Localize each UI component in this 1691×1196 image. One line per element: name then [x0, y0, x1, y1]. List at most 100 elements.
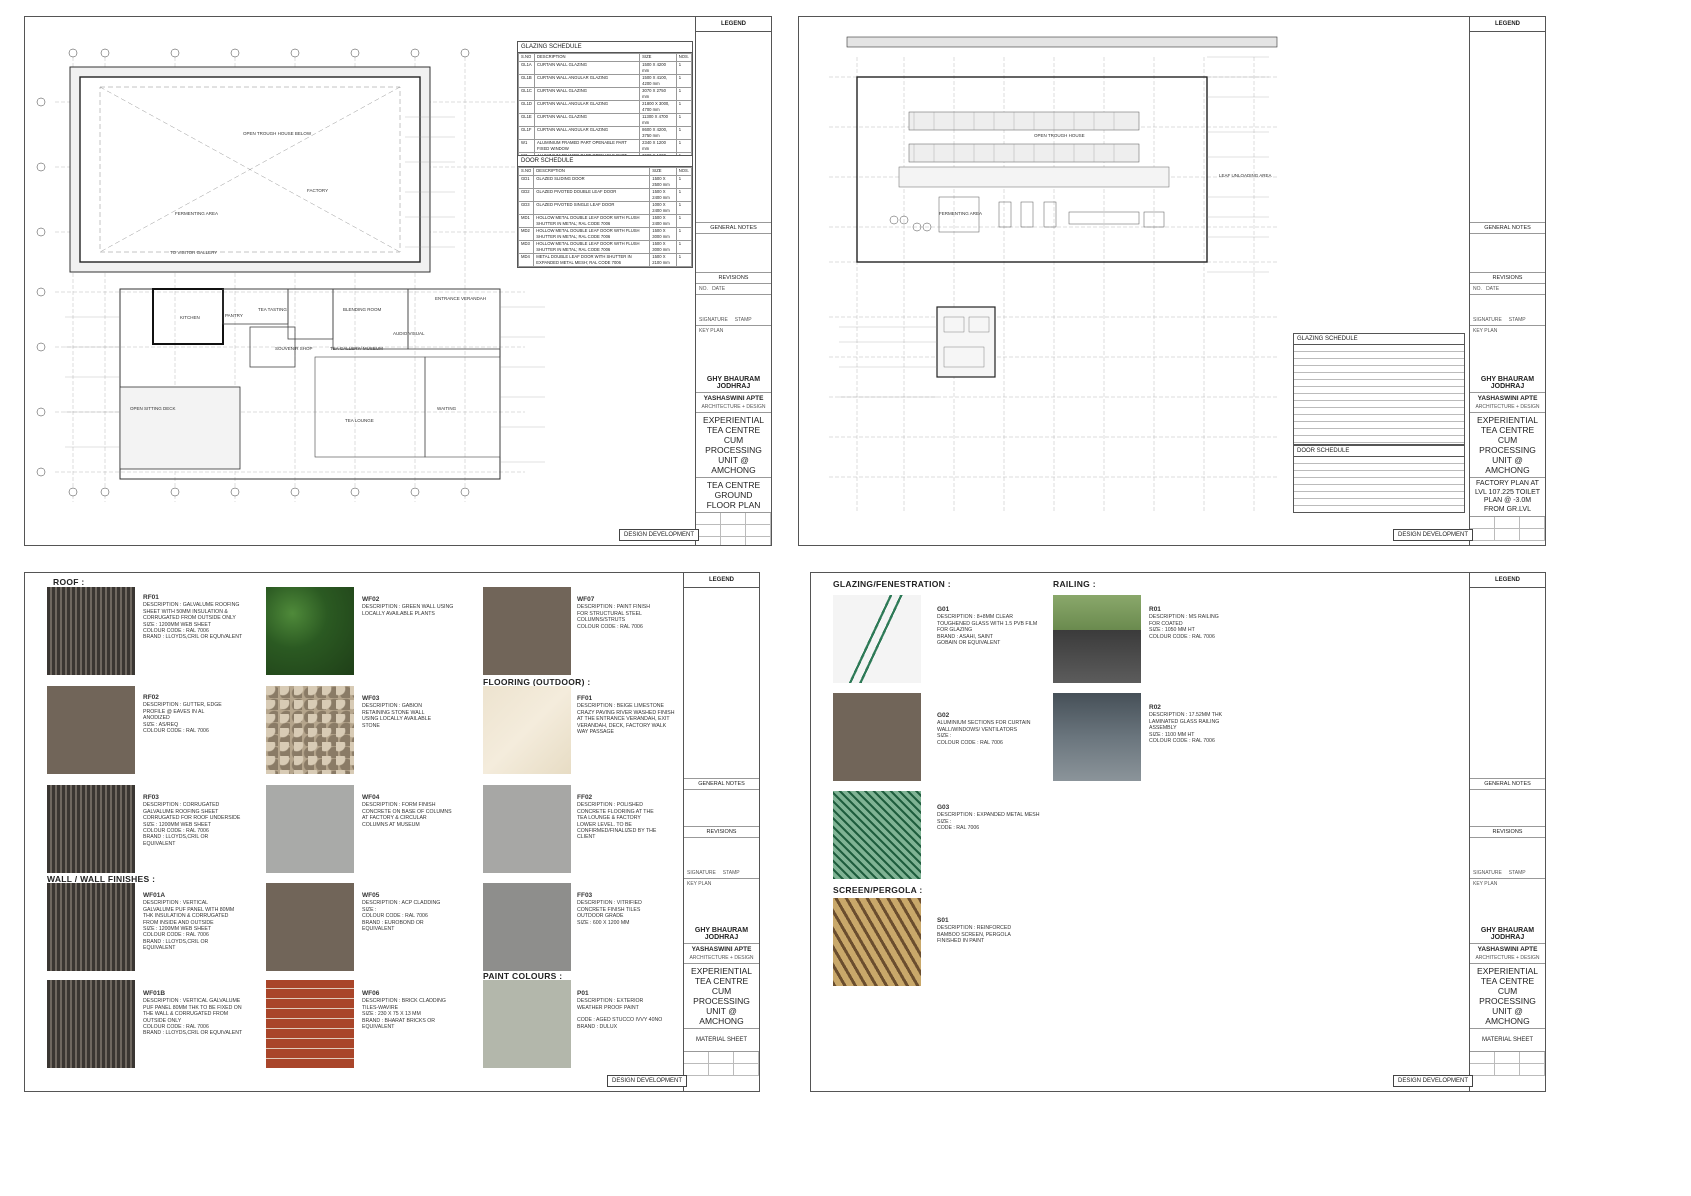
material-rf02: RF02 DESCRIPTION : GUTTER, EDGE PROFILE @ …: [143, 694, 253, 735]
firm-name: ARCHITECTURE + DESIGN: [696, 402, 771, 413]
swatch-rf03: [47, 785, 135, 873]
client-name: GHY BHAURAM JODHRAJ: [684, 925, 759, 944]
table-cell: CURTAIN WALL ANGULAR GLAZING: [533, 100, 641, 114]
material-code: RF02: [143, 694, 159, 701]
stage-badge: DESIGN DEVELOPMENT: [619, 529, 700, 541]
material-code: R01: [1149, 606, 1161, 613]
architect-name: YASHASWINI APTE: [691, 946, 752, 953]
table-cell: ALUMINIUM FRAMED PART OPENABLE PART FIXE…: [533, 139, 641, 153]
key-plan-label: KEY PLAN: [699, 328, 724, 334]
swatch-rf01: [47, 587, 135, 675]
material-code: S01: [937, 917, 949, 924]
material-description-line: EQUIVALENT: [362, 1024, 395, 1031]
sheet-factory-plan: OPEN TROUGH HOUSE FERMENTING AREA LEAF U…: [798, 16, 1546, 546]
table-cell: CURTAIN WALL GLAZING: [533, 87, 641, 101]
material-g02: G02 ALUMINIUM SECTIONS FOR CURTAIN WALL/WI…: [937, 712, 1047, 746]
material-rf01: RF01 DESCRIPTION : GALVALUME ROOFING SHEET…: [143, 594, 253, 641]
material-p01: P01 DESCRIPTION : EXTERIOR WEATHER PROOF P…: [577, 990, 687, 1030]
room-label: KITCHEN: [180, 315, 200, 320]
table-cell: 1: [675, 253, 693, 267]
material-description-line: BRAND : DULUX: [577, 1023, 618, 1030]
table-row: GD1 GLAZED SLIDING DOOR 1500 X 2500 mm 1: [517, 175, 693, 189]
table-cell: GLAZED PIVOTED SINGLE LEAF DOOR: [533, 201, 651, 215]
swatch-wf05: [266, 883, 354, 971]
heading-railing: RAILING :: [1053, 579, 1096, 589]
material-code: RF01: [143, 594, 159, 601]
table-header-cell: NOS.: [675, 167, 693, 176]
material-description-line: SIZE : 600 X 1200 MM: [577, 919, 630, 926]
door-schedule-title: DOOR SCHEDULE: [1294, 446, 1464, 457]
sheet-ground-floor-plan: OPEN TROUGH HOUSE BELOW FACTORY FERMENTI…: [24, 16, 772, 546]
room-label: TO VISITOR GALLERY: [170, 250, 217, 255]
swatch-wf02: [266, 587, 354, 675]
room-label: TEA TASTING: [258, 307, 287, 312]
table-cell: GLAZED SLIDING DOOR: [533, 175, 651, 189]
room-label: TEA GALLERY/ MUSEUM: [330, 346, 383, 351]
table-row: GD2 GLAZED PIVOTED DOUBLE LEAF DOOR 1500 X…: [517, 188, 693, 202]
table-cell: 11300 X 4700 mm: [639, 113, 677, 127]
legend-label: LEGEND: [696, 17, 771, 32]
material-description-line: COLOUR CODE : RAL 7006: [937, 739, 1003, 746]
material-description-line: COLOUR CODE : RAL 7006: [143, 728, 209, 735]
drawing-title: MATERIAL SHEET: [684, 1029, 759, 1052]
table-cell: 1000 X 2400 mm: [649, 201, 677, 215]
client-name: GHY BHAURAM JODHRAJ: [696, 374, 771, 393]
material-wf06: WF06 DESCRIPTION : BRICK CLADDING TILES-WA…: [362, 990, 472, 1031]
room-label: FACTORY: [307, 188, 328, 193]
room-label: OPEN SITTING DECK: [130, 406, 176, 411]
key-plan-label: KEY PLAN: [1473, 881, 1498, 887]
table-cell: GL1B: [518, 74, 535, 88]
heading-roof: ROOF :: [53, 577, 85, 587]
table-header-cell: S.NO: [517, 167, 535, 176]
glazing-schedule: GLAZING SCHEDULE: [1293, 333, 1465, 445]
architect-name: YASHASWINI APTE: [1477, 395, 1538, 402]
table-cell: 1: [675, 126, 693, 140]
material-description-line: EQUIVALENT: [143, 945, 176, 952]
material-wf03: WF03 DESCRIPTION : GABION RETAINING STONE …: [362, 695, 472, 729]
material-description-line: CODE : RAL 7006: [937, 825, 980, 832]
door-schedule: DOOR SCHEDULE: [1293, 445, 1465, 513]
table-cell: 1500 X 2400 mm: [649, 188, 677, 202]
table-cell: GL1F: [518, 126, 535, 140]
swatch-wf01b: [47, 980, 135, 1068]
stamp-label: STAMP: [1508, 317, 1526, 323]
swatch-ff02: [483, 785, 571, 873]
material-code: FF02: [577, 794, 593, 801]
material-code: RF03: [143, 794, 159, 801]
material-description-line: LOCALLY AVAILABLE PLANTS: [362, 610, 435, 617]
drawing-meta-grid: [696, 513, 771, 545]
glazing-schedule-title: GLAZING SCHEDULE: [1294, 334, 1464, 345]
room-label: FERMENTING AREA: [939, 211, 982, 216]
room-label: ENTRANCE VERANDAH: [435, 296, 486, 301]
project-name: EXPERIENTIAL TEA CENTRE CUM PROCESSING U…: [684, 964, 759, 1029]
room-label: SOUVENIR SHOP: [275, 346, 313, 351]
table-cell: HOLLOW METAL DOUBLE LEAF DOOR WITH FLUSH…: [533, 214, 651, 228]
table-row: MD4 METAL DOUBLE LEAF DOOR WITH SHUTTER I…: [517, 253, 693, 267]
architect-name: YASHASWINI APTE: [703, 395, 764, 402]
swatch-ff03: [483, 883, 571, 971]
sheet-material-2: GLAZING/FENESTRATION : RAILING : SCREEN/…: [810, 572, 1546, 1092]
swatch-wf07: [483, 587, 571, 675]
legend-label: LEGEND: [1470, 17, 1545, 32]
table-cell: CURTAIN WALL GLAZING: [533, 61, 641, 75]
material-description-line: DESCRIPTION : VERTICAL GALVALUME: [143, 998, 241, 1005]
firm-name: ARCHITECTURE + DESIGN: [684, 953, 759, 964]
sheet-material-1: ROOF : WALL / WALL FINISHES : FLOORING (…: [24, 572, 760, 1092]
stage-badge: DESIGN DEVELOPMENT: [1393, 529, 1474, 541]
stage-badge: DESIGN DEVELOPMENT: [1393, 1075, 1474, 1087]
material-wf07: WF07 DESCRIPTION : PAINT FINISH FOR STRUCT…: [577, 596, 687, 630]
table-cell: 1: [675, 227, 693, 241]
legend-label: LEGEND: [1470, 573, 1545, 588]
material-wf05: WF05 DESCRIPTION : ACP CLADDING SIZE : COLO…: [362, 892, 472, 932]
table-row: GL1D CURTAIN WALL ANGULAR GLAZING 21800 X …: [518, 100, 693, 114]
title-block: LEGEND GENERAL NOTES REVISIONS NO. DATE …: [695, 17, 771, 545]
table-row: GL1B CURTAIN WALL ANGULAR GLAZING 1500 X 4…: [518, 74, 693, 88]
material-code: WF01A: [143, 892, 166, 899]
table-row: GL1F CURTAIN WALL ANGULAR GLAZING 8600 X 4…: [518, 126, 693, 140]
table-header-cell: SIZE: [639, 53, 677, 62]
table-row: W1 ALUMINIUM FRAMED PART OPENABLE PART FI…: [518, 139, 693, 153]
table-cell: MD3: [517, 240, 535, 254]
table-cell: 1: [675, 139, 693, 153]
table-header-cell: NOS.: [675, 53, 693, 62]
material-wf01a: WF01A DESCRIPTION : VERTICAL GALVALUME PUF…: [143, 892, 253, 952]
